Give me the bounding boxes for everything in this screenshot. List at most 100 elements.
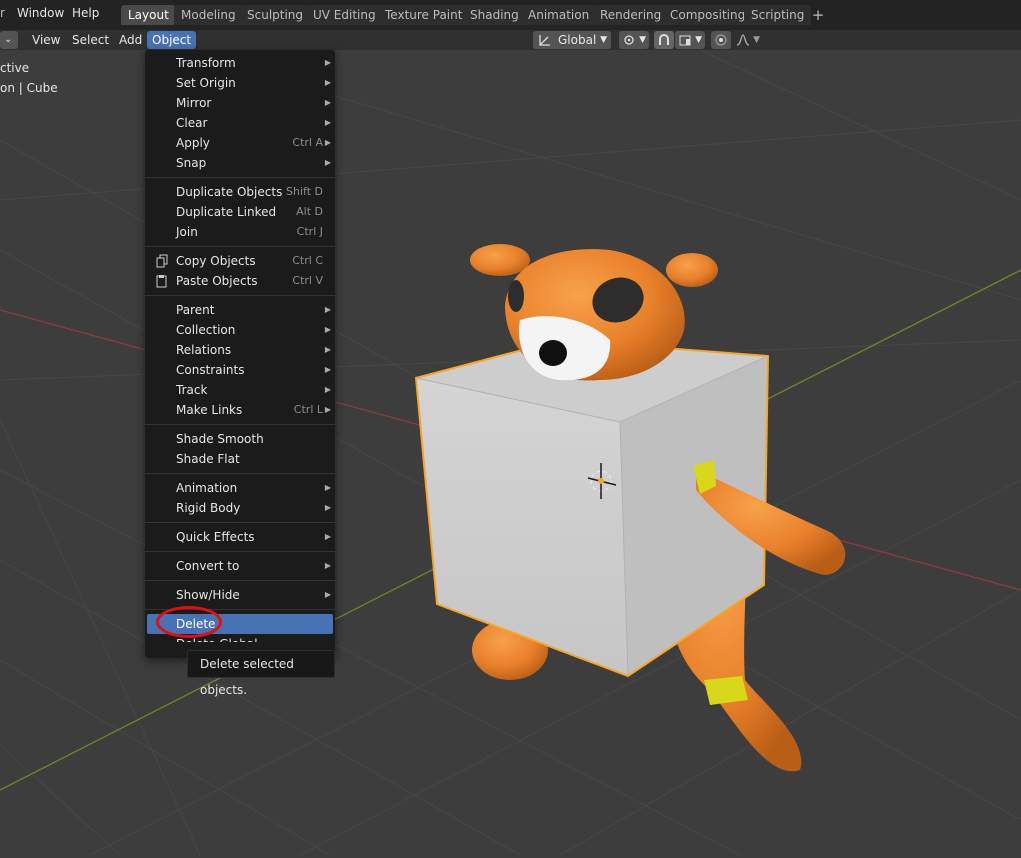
menu-item-animation[interactable]: Animation ▶ xyxy=(147,478,333,498)
eye-patch xyxy=(539,340,567,366)
falloff-dropdown[interactable]: ▼ xyxy=(733,31,763,49)
add-workspace-button[interactable]: + xyxy=(810,5,826,25)
menu-item-parent[interactable]: Parent ▶ xyxy=(147,300,333,320)
tab-layout[interactable]: Layout xyxy=(121,5,176,25)
menu-item-make-links[interactable]: Make Links Ctrl L ▶ xyxy=(147,400,333,420)
menu-separator xyxy=(145,295,335,296)
viewport-info-object: on | Cube xyxy=(0,81,58,95)
submenu-arrow-icon: ▶ xyxy=(324,305,331,314)
chevron-down-icon: ▼ xyxy=(695,35,702,45)
object-menu[interactable]: Object xyxy=(147,31,197,49)
falloff-curve-icon xyxy=(736,34,750,46)
menu-item-mirror[interactable]: Mirror ▶ xyxy=(147,93,333,113)
tab-scripting[interactable]: Scripting xyxy=(744,5,812,25)
submenu-arrow-icon: ▶ xyxy=(324,138,331,147)
top-bar: r Window Help Layout Modeling Sculpting … xyxy=(0,0,1021,30)
menu-item-duplicate-linked[interactable]: Duplicate Linked Alt D xyxy=(147,202,333,222)
menu-item-apply[interactable]: Apply Ctrl A ▶ xyxy=(147,133,333,153)
snap-toggle[interactable] xyxy=(654,31,674,49)
menu-item-quick-effects[interactable]: Quick Effects ▶ xyxy=(147,527,333,547)
copy-icon xyxy=(156,254,168,268)
paste-icon xyxy=(156,275,167,288)
left-ear xyxy=(470,244,530,276)
menu-item-shade-smooth[interactable]: Shade Smooth xyxy=(147,429,333,449)
object-dropdown-menu: Transform ▶ Set Origin ▶ Mirror ▶ Clear ▶ Ap… xyxy=(145,50,335,658)
proportional-edit-icon xyxy=(715,34,727,46)
orientation-label: Global xyxy=(558,33,597,47)
right-ear xyxy=(666,253,718,287)
window-menu[interactable]: Window xyxy=(17,6,64,20)
tab-texture-paint[interactable]: Texture Paint xyxy=(378,5,470,25)
transform-orientation-dropdown[interactable]: Global ▼ xyxy=(533,31,611,49)
mode-dropdown-chevron-icon[interactable]: ⌄ xyxy=(0,31,18,49)
menu-separator xyxy=(145,246,335,247)
menu-separator xyxy=(145,580,335,581)
viewport-info-mode: ctive xyxy=(0,61,30,75)
viewport-header: ⌄ View Select Add Object Global ▼ ▼ ▼ ▼ xyxy=(0,30,1021,50)
tab-compositing[interactable]: Compositing xyxy=(663,5,753,25)
delete-tooltip: Delete selected objects. xyxy=(187,650,335,697)
menu-separator xyxy=(145,522,335,523)
menu-item-transform[interactable]: Transform ▶ xyxy=(147,53,333,73)
menu-item-relations[interactable]: Relations ▶ xyxy=(147,340,333,360)
submenu-arrow-icon: ▶ xyxy=(324,385,331,394)
magnet-icon xyxy=(659,34,669,45)
pivot-point-dropdown[interactable]: ▼ xyxy=(619,31,649,49)
submenu-arrow-icon: ▶ xyxy=(324,365,331,374)
proportional-edit-toggle[interactable] xyxy=(711,31,731,49)
tab-uv-editing[interactable]: UV Editing xyxy=(306,5,383,25)
submenu-arrow-icon: ▶ xyxy=(324,118,331,127)
chevron-down-icon: ▼ xyxy=(600,35,607,45)
menu-separator xyxy=(145,424,335,425)
menu-item-copy-objects[interactable]: Copy Objects Ctrl C xyxy=(147,251,333,271)
submenu-arrow-icon: ▶ xyxy=(324,590,331,599)
select-menu[interactable]: Select xyxy=(67,31,114,49)
menu-item-clear[interactable]: Clear ▶ xyxy=(147,113,333,133)
tab-rendering[interactable]: Rendering xyxy=(593,5,669,25)
menu-item-shade-flat[interactable]: Shade Flat xyxy=(147,449,333,469)
snap-increment-icon xyxy=(679,35,691,46)
submenu-arrow-icon: ▶ xyxy=(324,405,331,414)
chevron-down-icon: ▼ xyxy=(753,35,760,45)
submenu-arrow-icon: ▶ xyxy=(324,483,331,492)
tab-modeling[interactable]: Modeling xyxy=(174,5,243,25)
menu-item-collection[interactable]: Collection ▶ xyxy=(147,320,333,340)
menu-separator xyxy=(145,473,335,474)
view-menu[interactable]: View xyxy=(27,31,65,49)
submenu-arrow-icon: ▶ xyxy=(324,532,331,541)
menu-item-paste-objects[interactable]: Paste Objects Ctrl V xyxy=(147,271,333,291)
snap-target-dropdown[interactable]: ▼ xyxy=(675,31,705,49)
head-spot-small xyxy=(508,280,524,312)
leg-band xyxy=(704,676,748,705)
submenu-arrow-icon: ▶ xyxy=(324,561,331,570)
menu-separator xyxy=(145,551,335,552)
menu-item-join[interactable]: Join Ctrl J xyxy=(147,222,333,242)
add-menu[interactable]: Add xyxy=(114,31,147,49)
submenu-arrow-icon: ▶ xyxy=(324,345,331,354)
menu-item-convert-to[interactable]: Convert to ▶ xyxy=(147,556,333,576)
menu-item-constraints[interactable]: Constraints ▶ xyxy=(147,360,333,380)
menu-item-set-origin[interactable]: Set Origin ▶ xyxy=(147,73,333,93)
menu-item-track[interactable]: Track ▶ xyxy=(147,380,333,400)
submenu-arrow-icon: ▶ xyxy=(324,78,331,87)
tooltip-text: Delete selected objects. xyxy=(200,657,294,697)
file-menu-stub[interactable]: r xyxy=(0,6,5,20)
submenu-arrow-icon: ▶ xyxy=(324,158,331,167)
menu-item-duplicate-objects[interactable]: Duplicate Objects Shift D xyxy=(147,182,333,202)
menu-separator xyxy=(145,177,335,178)
pivot-icon xyxy=(624,35,634,45)
tab-sculpting[interactable]: Sculpting xyxy=(240,5,311,25)
highlight-circle-annotation xyxy=(156,606,222,638)
tab-shading[interactable]: Shading xyxy=(463,5,526,25)
menu-item-snap[interactable]: Snap ▶ xyxy=(147,153,333,173)
help-menu[interactable]: Help xyxy=(72,6,99,20)
tab-animation[interactable]: Animation xyxy=(521,5,597,25)
orientation-axes-icon xyxy=(539,35,550,46)
submenu-arrow-icon: ▶ xyxy=(324,58,331,67)
submenu-arrow-icon: ▶ xyxy=(324,503,331,512)
menu-item-show-hide[interactable]: Show/Hide ▶ xyxy=(147,585,333,605)
submenu-arrow-icon: ▶ xyxy=(324,98,331,107)
menu-item-rigid-body[interactable]: Rigid Body ▶ xyxy=(147,498,333,518)
submenu-arrow-icon: ▶ xyxy=(324,325,331,334)
chevron-down-icon: ▼ xyxy=(639,35,646,45)
